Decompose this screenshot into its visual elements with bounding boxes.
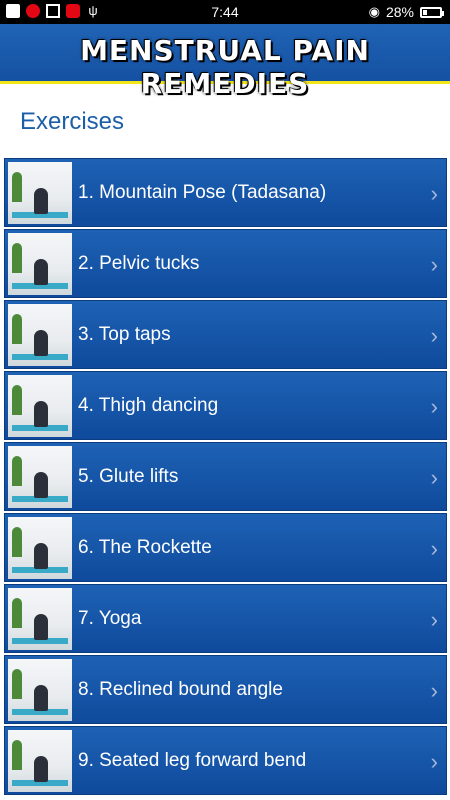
thumbnail-person xyxy=(34,472,48,498)
chevron-right-icon: › xyxy=(430,181,438,206)
list-item-label: 4. Thigh dancing xyxy=(78,395,219,416)
thumbnail-plant xyxy=(12,598,22,628)
list-item-label: 9. Seated leg forward bend xyxy=(78,750,307,771)
status-right: ◉ 28% xyxy=(368,4,444,20)
thumbnail-plant xyxy=(12,314,22,344)
chevron-right-icon: › xyxy=(430,607,438,632)
thumbnail-plant xyxy=(12,527,22,557)
exercise-thumbnail xyxy=(8,162,72,224)
thumbnail-plant xyxy=(12,456,22,486)
list-item[interactable]: 3. Top taps › xyxy=(4,300,447,369)
thumbnail-person xyxy=(34,543,48,569)
exercise-thumbnail xyxy=(8,233,72,295)
list-item-label: 5. Glute lifts xyxy=(78,466,179,487)
list-item-label: 7. Yoga xyxy=(78,608,142,629)
list-item-label: 1. Mountain Pose (Tadasana) xyxy=(78,182,327,203)
chevron-right-icon: › xyxy=(430,536,438,561)
thumbnail-person xyxy=(34,685,48,711)
thumbnail-person xyxy=(34,756,48,782)
list-item-label: 8. Reclined bound angle xyxy=(78,679,283,700)
thumbnail-person xyxy=(34,614,48,640)
battery-icon xyxy=(420,6,444,18)
status-bar: ψ 7:44 ◉ 28% xyxy=(0,0,450,24)
list-item[interactable]: 8. Reclined bound angle › xyxy=(4,655,447,724)
thumbnail-plant xyxy=(12,243,22,273)
chevron-right-icon: › xyxy=(430,465,438,490)
thumbnail-person xyxy=(34,259,48,285)
battery-percent: 28% xyxy=(385,4,414,20)
exercise-thumbnail xyxy=(8,375,72,437)
list-item[interactable]: 6. The Rockette › xyxy=(4,513,447,582)
exercise-thumbnail xyxy=(8,517,72,579)
thumbnail-person xyxy=(34,401,48,427)
list-item[interactable]: 4. Thigh dancing › xyxy=(4,371,447,440)
thumbnail-plant xyxy=(12,740,22,770)
list-item[interactable]: 9. Seated leg forward bend › xyxy=(4,726,447,795)
list-item[interactable]: 1. Mountain Pose (Tadasana) › xyxy=(4,158,447,227)
eye-icon: ◉ xyxy=(368,4,380,19)
exercise-thumbnail xyxy=(8,588,72,650)
chevron-right-icon: › xyxy=(430,678,438,703)
list-item-label: 2. Pelvic tucks xyxy=(78,253,200,274)
battery-fill xyxy=(423,9,427,15)
chevron-right-icon: › xyxy=(430,749,438,774)
list-item-label: 3. Top taps xyxy=(78,324,171,345)
chevron-right-icon: › xyxy=(430,252,438,277)
thumbnail-plant xyxy=(12,172,22,202)
exercise-list: 1. Mountain Pose (Tadasana) › 2. Pelvic tu… xyxy=(4,158,447,797)
exercise-thumbnail xyxy=(8,446,72,508)
list-item-label: 6. The Rockette xyxy=(78,537,212,558)
list-item[interactable]: 7. Yoga › xyxy=(4,584,447,653)
thumbnail-plant xyxy=(12,385,22,415)
exercise-thumbnail xyxy=(8,659,72,721)
chevron-right-icon: › xyxy=(430,394,438,419)
thumbnail-person xyxy=(34,188,48,214)
app-title: MENSTRUAL PAIN REMEDIES xyxy=(80,34,370,100)
list-item[interactable]: 2. Pelvic tucks › xyxy=(4,229,447,298)
app-header: MENSTRUAL PAIN REMEDIES xyxy=(0,24,450,100)
exercise-thumbnail xyxy=(8,304,72,366)
thumbnail-person xyxy=(34,330,48,356)
exercise-thumbnail xyxy=(8,730,72,792)
chevron-right-icon: › xyxy=(430,323,438,348)
section-title: Exercises xyxy=(20,108,125,135)
thumbnail-plant xyxy=(12,669,22,699)
list-item[interactable]: 5. Glute lifts › xyxy=(4,442,447,511)
